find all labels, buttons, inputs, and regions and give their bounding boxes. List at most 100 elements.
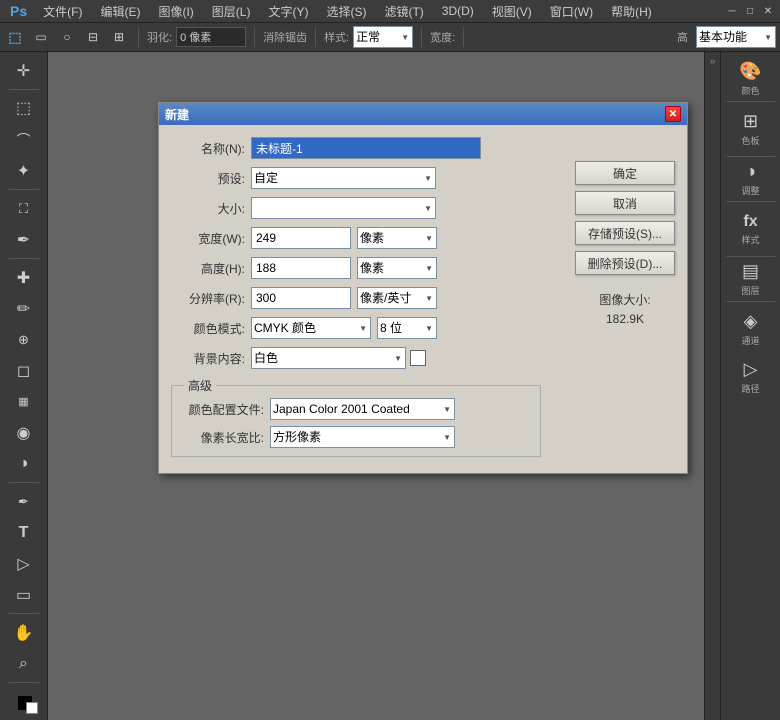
close-button[interactable]: ✕ (760, 3, 776, 19)
layers-icon: ▤ (742, 261, 759, 282)
tool-type[interactable]: T (6, 518, 42, 547)
image-size-value: 182.9K (575, 312, 675, 326)
marquee-rect-btn[interactable]: ▭ (30, 26, 52, 48)
color-bit-select-wrapper: 8 位 (377, 317, 437, 339)
menu-window[interactable]: 窗口(W) (542, 1, 601, 22)
delete-preset-button[interactable]: 删除预设(D)... (575, 251, 675, 275)
panel-paths[interactable]: ▷ 路径 (726, 354, 776, 400)
paths-icon: ▷ (744, 359, 758, 380)
collapse-strip[interactable]: » (704, 52, 720, 720)
paths-panel-label: 路径 (741, 382, 759, 395)
pixel-aspect-select[interactable]: 方形像素 (270, 426, 455, 448)
tool-marquee[interactable]: ⬚ (6, 94, 42, 123)
single-row-btn[interactable]: ⊟ (82, 26, 104, 48)
preset-label: 预设: (171, 170, 251, 187)
styles-panel-label: 样式 (741, 233, 759, 246)
fg-bg-color[interactable] (6, 687, 42, 716)
color-profile-select[interactable]: Japan Color 2001 Coated (270, 398, 455, 420)
panel-color[interactable]: 🎨 颜色 (726, 56, 776, 102)
size-row: 大小: (171, 197, 541, 219)
menu-select[interactable]: 选择(S) (318, 1, 374, 22)
width-input[interactable] (251, 227, 351, 249)
panel-adjustments[interactable]: ◑ 调整 (726, 156, 776, 202)
tool-brush[interactable]: ✏ (6, 294, 42, 323)
tool-magic-wand[interactable]: ✦ (6, 156, 42, 185)
color-mode-row: 颜色模式: CMYK 颜色 8 位 (171, 317, 541, 339)
blur-icon: ◉ (17, 423, 31, 443)
fg-color-icon (18, 696, 32, 710)
sep4 (421, 27, 422, 47)
menu-view[interactable]: 视图(V) (484, 1, 540, 22)
tool-hand[interactable]: ✋ (6, 618, 42, 647)
tool-heal[interactable]: ✚ (6, 263, 42, 292)
name-row: 名称(N): (171, 137, 541, 159)
options-bar: ⬚ ▭ ○ ⊟ ⊞ 羽化: 消除锯齿 样式: 正常 宽度: 高 基本功能 (0, 22, 780, 52)
save-preset-button[interactable]: 存储预设(S)... (575, 221, 675, 245)
menu-3d[interactable]: 3D(D) (434, 2, 482, 20)
channels-icon: ◈ (744, 311, 758, 332)
color-mode-select[interactable]: CMYK 颜色 (251, 317, 371, 339)
tool-shape[interactable]: ▭ (6, 580, 42, 609)
single-col-btn[interactable]: ⊞ (108, 26, 130, 48)
style-select[interactable]: 正常 (353, 26, 413, 48)
minimize-button[interactable]: ─ (724, 3, 740, 19)
tool-gradient[interactable]: ▦ (6, 387, 42, 416)
menu-text[interactable]: 文字(Y) (260, 1, 316, 22)
name-input[interactable] (251, 137, 481, 159)
workspace-select[interactable]: 基本功能 (696, 26, 776, 48)
style-label: 样式: (324, 29, 349, 45)
tool-preset-btn[interactable]: ⬚ (4, 26, 26, 48)
maximize-button[interactable]: □ (742, 3, 758, 19)
size-select-wrapper (251, 197, 436, 219)
clone-icon: ⊕ (18, 332, 29, 348)
tool-eraser[interactable]: ◻ (6, 356, 42, 385)
bg-select[interactable]: 白色 (251, 347, 406, 369)
tool-pen[interactable]: ✒ (6, 487, 42, 516)
feather-label: 羽化: (147, 29, 172, 45)
tool-move[interactable]: ✛ (6, 56, 42, 85)
tool-lasso[interactable]: ⌒ (6, 125, 42, 154)
menu-layer[interactable]: 图层(L) (204, 1, 259, 22)
panel-channels[interactable]: ◈ 通道 (726, 306, 776, 352)
bg-color-swatch[interactable] (410, 350, 426, 366)
ok-button[interactable]: 确定 (575, 161, 675, 185)
tool-clone[interactable]: ⊕ (6, 325, 42, 354)
tool-eyedropper[interactable]: ✒ (6, 225, 42, 254)
name-label: 名称(N): (171, 140, 251, 157)
tool-path[interactable]: ▷ (6, 549, 42, 578)
advanced-group: 高级 颜色配置文件: Japan Color 2001 Coated (171, 377, 541, 457)
color-bit-select[interactable]: 8 位 (377, 317, 437, 339)
panel-swatches[interactable]: ⊞ 色板 (726, 106, 776, 152)
menu-file[interactable]: 文件(F) (35, 1, 90, 22)
menu-help[interactable]: 帮助(H) (603, 1, 660, 22)
dialog-right-buttons: 确定 取消 存储预设(S)... 删除预设(D)... 图像大小: 182.9K (575, 161, 675, 326)
menu-filter[interactable]: 滤镜(T) (376, 1, 431, 22)
preset-select[interactable]: 自定 (251, 167, 436, 189)
tool-dodge[interactable]: ◑ (6, 449, 42, 478)
tool-blur[interactable]: ◉ (6, 418, 42, 447)
feather-input[interactable] (176, 27, 246, 47)
close-icon: ✕ (669, 109, 677, 120)
tool-zoom[interactable]: ⌕ (6, 649, 42, 678)
height-unit-select[interactable]: 像素 (357, 257, 437, 279)
menu-image[interactable]: 图像(I) (150, 1, 201, 22)
zoom-icon: ⌕ (19, 655, 28, 673)
panel-styles[interactable]: fx 样式 (726, 206, 776, 252)
marquee-ellipse-btn[interactable]: ○ (56, 26, 78, 48)
single-col-icon: ⊞ (114, 30, 124, 44)
width-unit-select[interactable]: 像素 (357, 227, 437, 249)
brush-icon: ✏ (17, 299, 30, 319)
size-label: 大小: (171, 200, 251, 217)
resolution-row: 分辨率(R): 像素/英寸 (171, 287, 541, 309)
cancel-button[interactable]: 取消 (575, 191, 675, 215)
height-input[interactable] (251, 257, 351, 279)
resolution-input[interactable] (251, 287, 351, 309)
tool-crop[interactable]: ⛶ (6, 194, 42, 223)
panel-layers[interactable]: ▤ 图层 (726, 256, 776, 302)
move-icon: ✛ (17, 61, 30, 81)
size-select[interactable] (251, 197, 436, 219)
menu-edit[interactable]: 编辑(E) (92, 1, 148, 22)
dialog-close-button[interactable]: ✕ (665, 106, 681, 122)
dialog-body: 确定 取消 存储预设(S)... 删除预设(D)... 图像大小: 182.9K… (159, 125, 687, 473)
resolution-unit-select[interactable]: 像素/英寸 (357, 287, 437, 309)
